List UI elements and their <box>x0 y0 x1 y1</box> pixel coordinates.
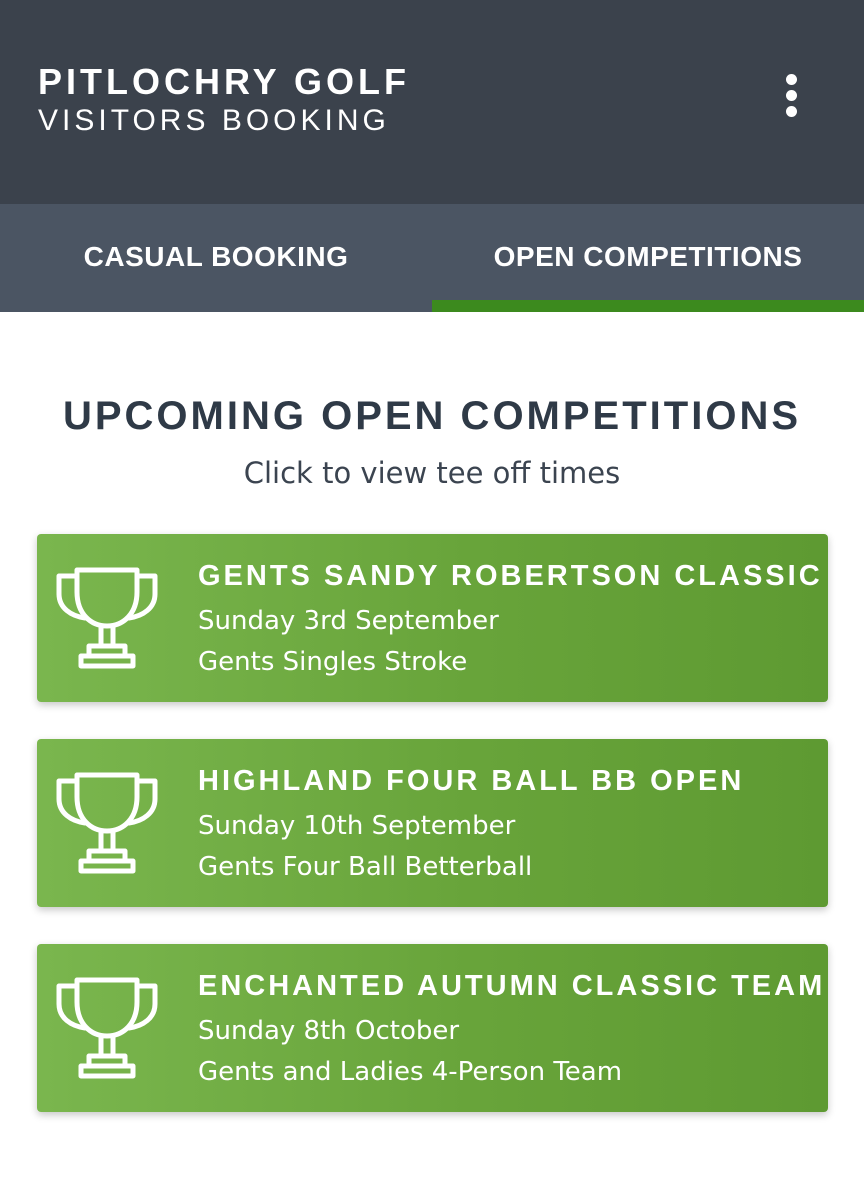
app-subtitle: VISITORS BOOKING <box>38 104 390 137</box>
competition-title: GENTS SANDY ROBERTSON CLASSIC OPEN <box>198 560 828 592</box>
app-brand: PITLOCHRY GOLF VISITORS BOOKING <box>38 64 410 136</box>
competition-format: Gents Singles Stroke <box>198 647 468 677</box>
app-title: PITLOCHRY GOLF <box>38 61 411 102</box>
competition-card[interactable]: ENCHANTED AUTUMN CLASSIC TEAM Sunday 8th… <box>37 944 828 1112</box>
app-header: PITLOCHRY GOLF VISITORS BOOKING <box>0 0 864 204</box>
competition-card[interactable]: GENTS SANDY ROBERTSON CLASSIC OPEN Sunda… <box>37 534 828 702</box>
active-tab-indicator <box>432 300 864 312</box>
tab-bar: CASUAL BOOKING OPEN COMPETITIONS <box>0 204 864 312</box>
competition-card[interactable]: HIGHLAND FOUR BALL BB OPEN Sunday 10th S… <box>37 739 828 907</box>
page-title: UPCOMING OPEN COMPETITIONS <box>62 394 802 438</box>
tab-open-competitions[interactable]: OPEN COMPETITIONS <box>432 204 864 312</box>
trophy-icon <box>56 977 158 1079</box>
competition-format: Gents and Ladies 4-Person Team <box>198 1057 623 1087</box>
competition-title: HIGHLAND FOUR BALL BB OPEN <box>198 765 745 797</box>
page-subtitle: Click to view tee off times <box>243 456 621 490</box>
competition-date: Sunday 10th September <box>198 811 516 841</box>
more-vertical-icon[interactable] <box>770 68 814 122</box>
trophy-icon <box>56 772 158 874</box>
tab-casual-booking[interactable]: CASUAL BOOKING <box>0 204 432 312</box>
competition-format: Gents Four Ball Betterball <box>198 852 533 882</box>
competition-title: ENCHANTED AUTUMN CLASSIC TEAM <box>198 970 826 1002</box>
trophy-icon <box>56 567 158 669</box>
competition-date: Sunday 8th October <box>198 1016 460 1046</box>
competition-date: Sunday 3rd September <box>198 606 499 636</box>
